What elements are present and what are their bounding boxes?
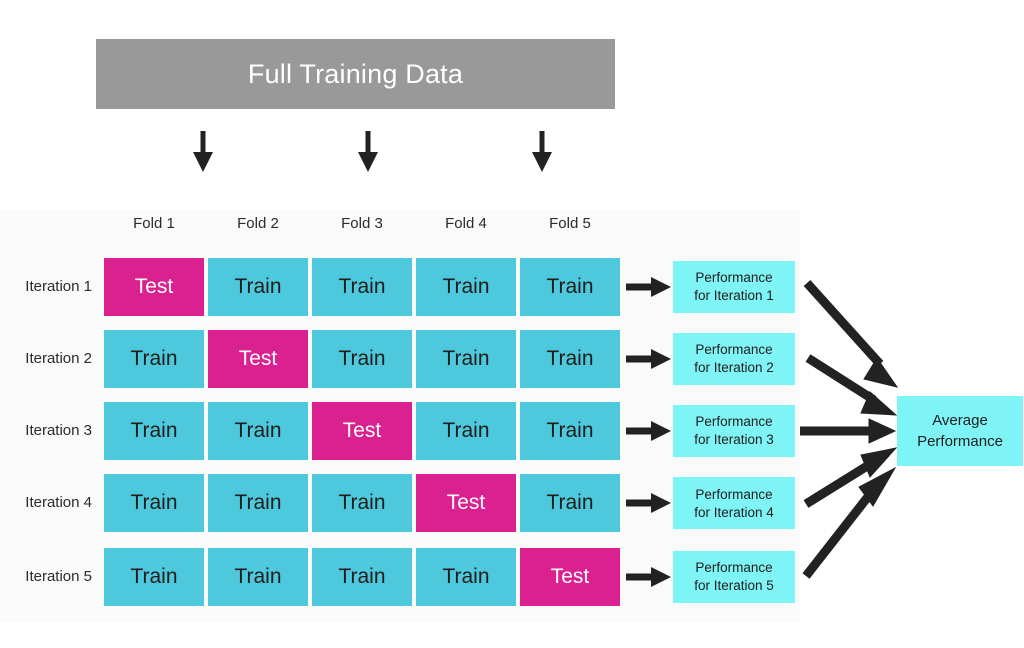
- average-performance-line2: Performance: [917, 433, 1003, 450]
- cell-r3-f3: Test: [312, 402, 412, 460]
- converge-arrow-5: [802, 466, 897, 579]
- cell-r1-f2: Train: [208, 258, 308, 316]
- iteration-label-2: Iteration 2: [25, 350, 92, 367]
- split-arrow-2: [357, 131, 379, 173]
- cell-r1-f3: Train: [312, 258, 412, 316]
- cell-r2-f3: Train: [312, 330, 412, 388]
- split-arrow-1: [192, 131, 214, 173]
- cell-r5-f3: Train: [312, 548, 412, 606]
- converge-arrow-4: [803, 447, 898, 508]
- performance-box-5-line1: Performance: [695, 559, 773, 575]
- cell-r5-f5: Test: [520, 548, 620, 606]
- cell-r1-f1: Test: [104, 258, 204, 316]
- iteration-label-5: Iteration 5: [25, 568, 92, 585]
- iteration-label-1: Iteration 1: [25, 278, 92, 295]
- performance-box-4-line1: Performance: [695, 487, 773, 502]
- cell-r3-f4: Train: [416, 402, 516, 460]
- cell-r2-f4: Train: [416, 330, 516, 388]
- cell-r5-f4: Train: [416, 548, 516, 606]
- performance-box-4: Performance for Iteration 4: [673, 477, 795, 529]
- performance-box-2-line1: Performance for Iteration 2: [678, 341, 790, 377]
- row-arrow-5: [626, 565, 672, 589]
- full-training-data-box: Full Training Data: [96, 39, 615, 109]
- performance-box-2: Performance for Iteration 2: [673, 333, 795, 385]
- cell-r5-f2: Train: [208, 548, 308, 606]
- cell-r3-f5: Train: [520, 402, 620, 460]
- performance-box-3: Performance for Iteration 3: [673, 405, 795, 457]
- cross-validation-diagram: Full Training Data Fold 1 Fold 2 Fold 3 …: [0, 0, 1024, 648]
- fold-header-2: Fold 2: [237, 215, 279, 232]
- performance-box-1-line1: Performance for Iteration 1: [678, 269, 790, 305]
- fold-header-5: Fold 5: [549, 215, 591, 232]
- cell-r5-f1: Train: [104, 548, 204, 606]
- fold-header-1: Fold 1: [133, 215, 175, 232]
- converge-arrow-1: [803, 279, 899, 388]
- average-performance-box: Average Performance: [897, 396, 1023, 466]
- performance-box-4-line1: Performance for Iteration 4: [678, 486, 790, 522]
- cell-r2-f5: Train: [520, 330, 620, 388]
- cell-r1-f4: Train: [416, 258, 516, 316]
- row-arrow-3: [626, 419, 672, 443]
- fold-header-4: Fold 4: [445, 215, 487, 232]
- performance-box-4-line2: for Iteration 4: [694, 505, 774, 521]
- converge-arrow-2: [805, 354, 898, 416]
- cell-r4-f3: Train: [312, 474, 412, 532]
- cell-r2-f2: Test: [208, 330, 308, 388]
- cell-r4-f4: Test: [416, 474, 516, 532]
- cell-r3-f1: Train: [104, 402, 204, 460]
- fold-header-3: Fold 3: [341, 215, 383, 232]
- performance-box-3-line2: for Iteration 3: [694, 432, 774, 447]
- average-performance-line1: Average: [932, 412, 988, 429]
- cell-r4-f1: Train: [104, 474, 204, 532]
- cell-r4-f2: Train: [208, 474, 308, 532]
- cell-r1-f5: Train: [520, 258, 620, 316]
- performance-box-5: Performance for Iteration 5: [673, 551, 795, 603]
- performance-box-5-line2: for Iteration 5: [694, 578, 774, 593]
- performance-box-1-line1: Performance: [695, 269, 773, 285]
- row-arrow-2: [626, 347, 672, 371]
- performance-box-5-line1: Performance for Iteration 5: [678, 559, 790, 595]
- performance-box-2-line1: Performance: [695, 341, 773, 357]
- performance-box-3-line1: Performance for Iteration 3: [678, 413, 790, 449]
- performance-box-2-line2: for Iteration 2: [694, 360, 774, 375]
- performance-box-1-line2: for Iteration 1: [694, 288, 774, 303]
- iteration-label-3: Iteration 3: [25, 422, 92, 439]
- cell-r3-f2: Train: [208, 402, 308, 460]
- average-performance-label: Average Performance: [917, 410, 1003, 452]
- cell-r4-f5: Train: [520, 474, 620, 532]
- cell-r2-f1: Train: [104, 330, 204, 388]
- full-training-data-label: Full Training Data: [247, 58, 464, 89]
- row-arrow-1: [626, 275, 672, 299]
- performance-box-1: Performance for Iteration 1: [673, 261, 795, 313]
- row-arrow-4: [626, 491, 672, 515]
- converge-arrow-3: [800, 418, 897, 444]
- iteration-label-4: Iteration 4: [25, 494, 92, 511]
- performance-box-3-line1: Performance: [695, 413, 773, 429]
- split-arrow-3: [531, 131, 553, 173]
